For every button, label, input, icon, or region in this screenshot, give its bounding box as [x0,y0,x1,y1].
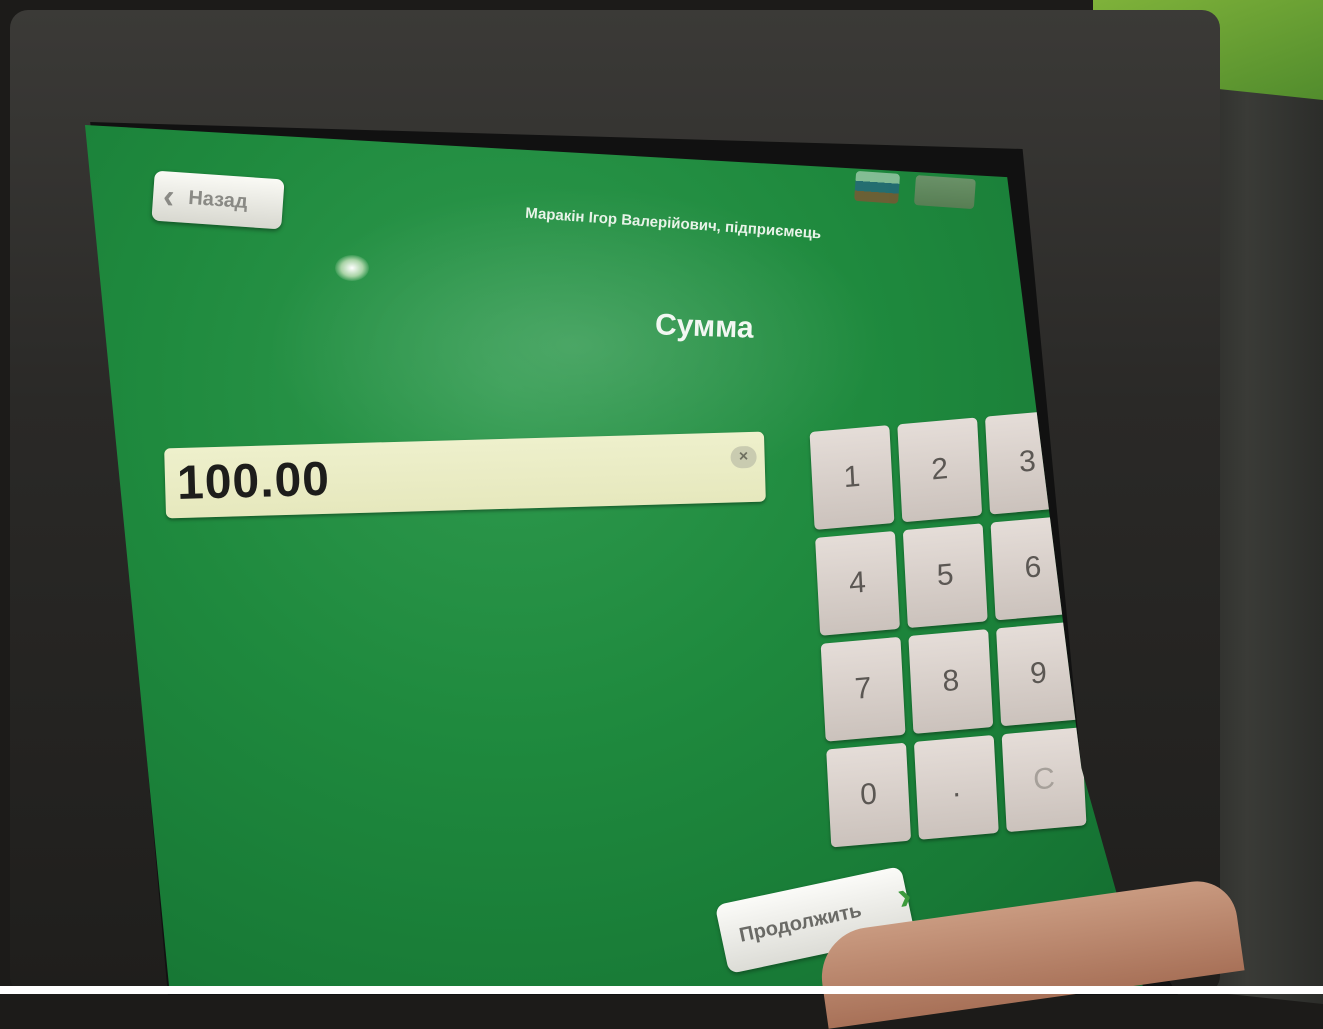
language-selector[interactable] [854,170,976,210]
photo-border [0,986,1323,994]
back-button[interactable]: ‹ Назад [151,170,285,230]
clear-icon[interactable]: × [730,445,757,469]
kiosk-screen: ‹ Назад Маракін Ігор Валерійович, підпри… [85,125,1145,994]
merchant-name: Маракін Ігор Валерійович, підприємець [524,204,822,243]
lamp-reflection [335,255,369,281]
key-5[interactable]: 5 [902,523,988,629]
amount-value: 100.00 [176,452,331,510]
amount-input[interactable]: 100.00 × [164,431,766,519]
page-title: Сумма [654,308,755,345]
key-decimal-point[interactable]: . [913,734,999,840]
flag-ru-icon[interactable] [854,170,901,204]
key-4[interactable]: 4 [815,530,900,636]
chevron-left-icon: ‹ [161,177,176,216]
key-1[interactable]: 1 [809,425,895,530]
chevron-right-icon: › [893,873,916,919]
key-8[interactable]: 8 [908,629,994,734]
key-0[interactable]: 0 [826,742,912,848]
back-button-label: Назад [187,186,249,213]
key-7[interactable]: 7 [820,636,906,742]
key-clear[interactable]: C [1001,727,1087,833]
key-2[interactable]: 2 [897,417,983,523]
flag-other-icon[interactable] [913,175,976,210]
